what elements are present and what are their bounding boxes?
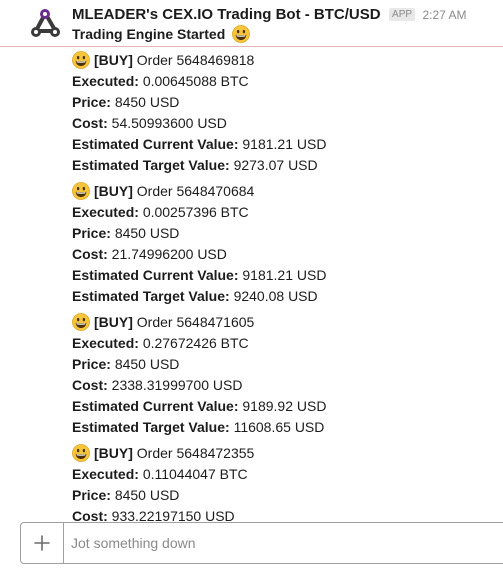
estimated-target-value-value: 9240.08 USD — [233, 288, 318, 304]
cost-label: Cost: — [72, 115, 108, 131]
executed-label: Executed: — [72, 466, 139, 482]
subtitle-text: Trading Engine Started — [72, 26, 226, 42]
executed-label: Executed: — [72, 335, 139, 351]
executed-label: Executed: — [72, 73, 139, 89]
app-badge: APP — [389, 8, 416, 21]
grinning-face-emoji-icon — [72, 444, 90, 462]
message-header: MLEADER's CEX.IO Trading Bot - BTC/USD A… — [0, 0, 503, 48]
message-feed[interactable]: [BUY] Order 5648469818 Executed: 0.006450… — [72, 50, 502, 522]
price-label: Price: — [72, 225, 111, 241]
price-row: Price: 8450 USD — [72, 485, 502, 506]
estimated-current-value-value: 9181.21 USD — [242, 136, 327, 152]
order-id: Order 5648471605 — [136, 314, 255, 330]
estimated-current-value-label: Estimated Current Value: — [72, 136, 239, 152]
estimated-target-value-label: Estimated Target Value: — [72, 419, 230, 435]
message-subtitle: Trading Engine Started — [72, 24, 254, 44]
order-id: Order 5648469818 — [136, 52, 255, 68]
cost-value: 21.74996200 USD — [111, 246, 227, 262]
message-timestamp[interactable]: 2:27 AM — [423, 8, 467, 22]
plus-icon — [34, 535, 50, 551]
executed-value: 0.00257396 BTC — [142, 204, 249, 220]
grinning-face-emoji-icon — [232, 25, 251, 43]
order-header: [BUY] Order 5648471605 — [72, 312, 502, 333]
cost-value: 2338.31999700 USD — [111, 377, 243, 393]
header-divider — [0, 46, 503, 47]
grinning-face-emoji-icon — [72, 313, 90, 331]
estimated-target-value-row: Estimated Target Value: 9273.07 USD — [72, 155, 502, 176]
executed-value: 0.00645088 BTC — [142, 73, 249, 89]
executed-row: Executed: 0.00257396 BTC — [72, 202, 502, 223]
cost-row: Cost: 54.50993600 USD — [72, 113, 502, 134]
order-side: [BUY] — [94, 52, 133, 68]
cost-label: Cost: — [72, 246, 108, 262]
price-label: Price: — [72, 487, 111, 503]
order-id: Order 5648470684 — [136, 183, 255, 199]
order-header: [BUY] Order 5648470684 — [72, 181, 502, 202]
price-label: Price: — [72, 94, 111, 110]
executed-value: 0.27672426 BTC — [142, 335, 249, 351]
order-header: [BUY] Order 5648472355 — [72, 443, 502, 464]
order-entry: [BUY] Order 5648469818 Executed: 0.006450… — [72, 50, 502, 181]
executed-value: 0.11044047 BTC — [142, 466, 248, 482]
estimated-target-value-value: 9273.07 USD — [233, 157, 318, 173]
estimated-target-value-value: 11608.65 USD — [233, 419, 325, 435]
estimated-current-value-row: Estimated Current Value: 9181.21 USD — [72, 265, 502, 286]
grinning-face-emoji-icon — [72, 51, 90, 69]
cost-value: 933.22197150 USD — [111, 508, 235, 522]
executed-row: Executed: 0.27672426 BTC — [72, 333, 502, 354]
cost-label: Cost: — [72, 508, 108, 522]
price-row: Price: 8450 USD — [72, 354, 502, 375]
cost-value: 54.50993600 USD — [111, 115, 227, 131]
estimated-target-value-label: Estimated Target Value: — [72, 288, 230, 304]
cost-label: Cost: — [72, 377, 108, 393]
message-title-line: MLEADER's CEX.IO Trading Bot - BTC/USD A… — [72, 5, 467, 25]
estimated-current-value-row: Estimated Current Value: 9189.92 USD — [72, 396, 502, 417]
estimated-target-value-row: Estimated Target Value: 11608.65 USD — [72, 417, 502, 438]
price-value: 8450 USD — [114, 94, 180, 110]
composer-input[interactable] — [71, 523, 491, 563]
estimated-target-value-row: Estimated Target Value: 9240.08 USD — [72, 286, 502, 307]
cost-row: Cost: 21.74996200 USD — [72, 244, 502, 265]
executed-row: Executed: 0.00645088 BTC — [72, 71, 502, 92]
webhook-bot-avatar-icon[interactable] — [27, 6, 63, 42]
price-row: Price: 8450 USD — [72, 92, 502, 113]
executed-row: Executed: 0.11044047 BTC — [72, 464, 502, 485]
order-entry: [BUY] Order 5648470684 Executed: 0.002573… — [72, 181, 502, 312]
attach-button[interactable] — [21, 523, 64, 563]
price-value: 8450 USD — [114, 487, 180, 503]
estimated-current-value-label: Estimated Current Value: — [72, 398, 239, 414]
message-composer — [20, 522, 503, 564]
grinning-face-emoji-icon — [72, 182, 90, 200]
cost-row: Cost: 2338.31999700 USD — [72, 375, 502, 396]
bot-name[interactable]: MLEADER's CEX.IO Trading Bot - BTC/USD — [72, 6, 381, 23]
estimated-current-value-value: 9189.92 USD — [242, 398, 327, 414]
executed-label: Executed: — [72, 204, 139, 220]
order-side: [BUY] — [94, 183, 133, 199]
estimated-current-value-row: Estimated Current Value: 9181.21 USD — [72, 134, 502, 155]
estimated-current-value-label: Estimated Current Value: — [72, 267, 239, 283]
order-side: [BUY] — [94, 445, 133, 461]
order-id: Order 5648472355 — [136, 445, 255, 461]
price-value: 8450 USD — [114, 225, 180, 241]
order-header: [BUY] Order 5648469818 — [72, 50, 502, 71]
order-entry: [BUY] Order 5648472355 Executed: 0.110440… — [72, 443, 502, 522]
order-side: [BUY] — [94, 314, 133, 330]
price-row: Price: 8450 USD — [72, 223, 502, 244]
price-value: 8450 USD — [114, 356, 180, 372]
order-entry: [BUY] Order 5648471605 Executed: 0.276724… — [72, 312, 502, 443]
cost-row: Cost: 933.22197150 USD — [72, 506, 502, 522]
price-label: Price: — [72, 356, 111, 372]
estimated-target-value-label: Estimated Target Value: — [72, 157, 230, 173]
estimated-current-value-value: 9181.21 USD — [242, 267, 327, 283]
